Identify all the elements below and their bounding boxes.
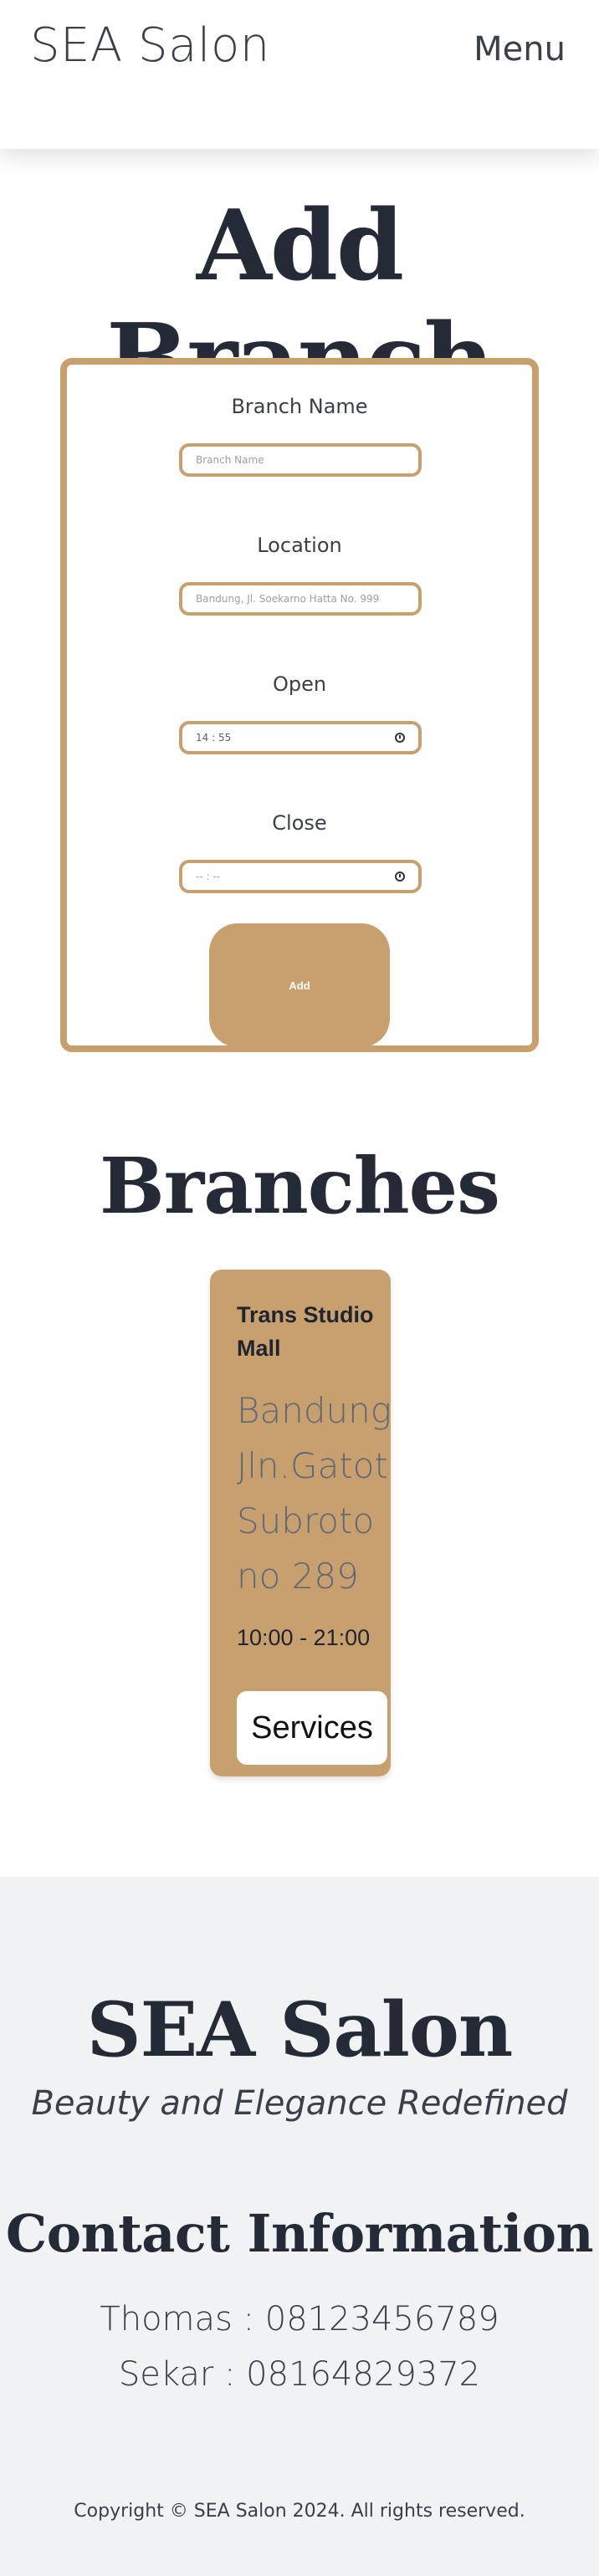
- contact-title: Contact Information: [5, 2203, 594, 2264]
- menu-button[interactable]: Menu: [474, 30, 566, 69]
- close-time-input[interactable]: -- : --: [179, 860, 422, 893]
- clock-icon[interactable]: [395, 733, 405, 743]
- location-input[interactable]: Bandung, Jl. Soekarno Hatta No. 999: [179, 582, 422, 616]
- location-label: Location: [257, 534, 342, 557]
- branch-name-label: Branch Name: [231, 395, 368, 418]
- copyright: Copyright © SEA Salon 2024. All rights r…: [74, 2501, 525, 2522]
- brand-logo[interactable]: SEA Salon: [30, 18, 270, 73]
- branch-name: Trans Studio Mall: [237, 1302, 374, 1361]
- footer-brand: SEA Salon: [86, 1986, 514, 2074]
- site-header: SEA Salon Menu: [0, 0, 599, 149]
- services-button[interactable]: Services: [237, 1691, 387, 1765]
- close-label: Close: [272, 811, 327, 835]
- contact-thomas: Thomas : 08123456789: [100, 2300, 499, 2338]
- open-label: Open: [272, 672, 327, 696]
- open-time-input[interactable]: 14 : 55: [179, 721, 422, 754]
- branch-name-input[interactable]: Branch Name: [179, 443, 422, 477]
- add-button[interactable]: Add: [209, 923, 390, 1047]
- branch-card: Trans Studio Mall Bandung, Jln.Gatot Sub…: [210, 1270, 391, 1776]
- branches-title: Branches: [100, 1141, 500, 1231]
- add-branch-form: Branch Name Branch Name Location Bandung…: [60, 358, 539, 1052]
- clock-icon[interactable]: [395, 871, 405, 882]
- footer-tagline: Beauty and Elegance Redefined: [31, 2084, 568, 2123]
- branch-location: Bandung, Jln.Gatot Subroto no 289: [237, 1390, 391, 1597]
- branch-hours: 10:00 - 21:00: [237, 1625, 371, 1650]
- site-footer: SEA Salon Beauty and Elegance Redefined …: [0, 1877, 599, 2576]
- contact-sekar: Sekar : 08164829372: [118, 2355, 481, 2394]
